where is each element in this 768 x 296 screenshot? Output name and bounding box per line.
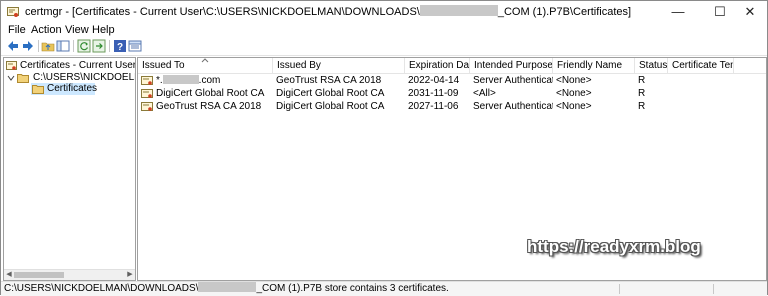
back-arrow-icon[interactable]	[6, 39, 20, 53]
tree-certificates-label: Certificates	[47, 83, 98, 94]
status-bar: C:\USERS\NICKDOELMAN\DOWNLOADS\ _COM (1).…	[1, 281, 767, 296]
cell-status: R	[638, 88, 646, 99]
column-header-issued-by[interactable]: Issued By	[273, 58, 405, 73]
cell-intended-purposes: Server Authenticati...	[473, 75, 553, 86]
status-divider	[619, 284, 620, 294]
sort-ascending-icon	[201, 58, 209, 63]
menu-view[interactable]: View	[65, 23, 89, 37]
column-header-status[interactable]: Status	[635, 58, 668, 73]
cell-expiration-date: 2027-11-06	[408, 101, 459, 112]
status-prefix: C:\USERS\NICKDOELMAN\DOWNLOADS\	[4, 283, 199, 294]
redacted-block	[162, 75, 199, 84]
column-header-intended-purposes[interactable]: Intended Purposes	[470, 58, 553, 73]
cell-intended-purposes: <All>	[473, 88, 496, 99]
properties-pane-icon[interactable]	[128, 39, 142, 53]
title-bar: certmgr - [Certificates - Current User\C…	[1, 1, 767, 23]
column-label: Friendly Name	[557, 60, 623, 71]
column-label: Status	[639, 60, 668, 71]
menu-file[interactable]: File	[8, 23, 26, 37]
issued-to-prefix: *.	[156, 75, 163, 86]
cell-status: R	[638, 101, 646, 112]
column-header-certificate-template[interactable]: Certificate Tem...	[668, 58, 734, 73]
redacted-block	[419, 5, 498, 16]
scroll-left-icon[interactable]: ◀	[4, 270, 14, 280]
svg-text:?: ?	[117, 42, 123, 53]
status-text: C:\USERS\NICKDOELMAN\DOWNLOADS\ _COM (1).…	[4, 282, 449, 295]
certificate-icon	[6, 61, 17, 70]
refresh-icon[interactable]	[77, 39, 91, 53]
cell-issued-to: GeoTrust RSA CA 2018	[156, 101, 262, 112]
cell-intended-purposes: Server Authenticati...	[473, 101, 553, 112]
close-button[interactable]: ✕	[733, 1, 767, 23]
cell-expiration-date: 2022-04-14	[408, 75, 460, 86]
cell-friendly-name: <None>	[556, 75, 592, 86]
tree-item-certificates[interactable]: Certificates	[31, 83, 98, 95]
cell-issued-by: GeoTrust RSA CA 2018	[276, 75, 382, 86]
toolbar: ?	[1, 38, 767, 56]
issued-to-suffix: .com	[198, 75, 221, 86]
window-title-suffix: _COM (1).P7B\Certificates]	[497, 6, 632, 18]
window-title-prefix: certmgr - [Certificates - Current User\C…	[25, 6, 420, 18]
toolbar-separator	[109, 40, 110, 52]
certmgr-window: certmgr - [Certificates - Current User\C…	[0, 0, 768, 296]
scroll-right-icon[interactable]: ▶	[125, 270, 135, 280]
maximize-button[interactable]: ☐	[703, 1, 737, 23]
certmgr-app-icon	[7, 7, 19, 17]
cell-issued-by: DigiCert Global Root CA	[276, 88, 385, 99]
help-icon[interactable]: ?	[113, 39, 127, 53]
column-label: Intended Purposes	[474, 60, 553, 71]
menu-bar: File Action View Help	[1, 23, 767, 37]
cell-issued-to: *. .com	[156, 74, 268, 87]
column-header-friendly-name[interactable]: Friendly Name	[553, 58, 635, 73]
column-label: Issued To	[142, 60, 185, 71]
folder-icon	[17, 74, 29, 83]
column-header-expiration-date[interactable]: Expiration Date	[405, 58, 470, 73]
tree-root-label: Certificates - Current User	[20, 60, 136, 71]
cell-status: R	[638, 75, 646, 86]
cell-issued-by: DigiCert Global Root CA	[276, 101, 385, 112]
status-suffix: _COM (1).P7B store contains 3 certificat…	[256, 283, 449, 294]
forward-arrow-icon[interactable]	[21, 39, 35, 53]
show-hide-console-tree-icon[interactable]	[56, 39, 70, 53]
cell-friendly-name: <None>	[556, 88, 592, 99]
watermark-text: https://readyxrm.blog	[527, 237, 701, 256]
cell-expiration-date: 2031-11-09	[408, 88, 459, 99]
certificate-icon	[141, 76, 153, 85]
cell-friendly-name: <None>	[556, 101, 592, 112]
export-list-icon[interactable]	[92, 39, 106, 53]
redacted-block	[198, 282, 257, 292]
column-header-issued-to[interactable]: Issued To	[138, 58, 273, 73]
cell-issued-to: DigiCert Global Root CA	[156, 88, 265, 99]
horizontal-scrollbar[interactable]: ◀ ▶	[4, 269, 135, 280]
minimize-button[interactable]: —	[661, 1, 695, 23]
up-folder-icon[interactable]	[41, 39, 55, 53]
column-label: Certificate Tem...	[672, 60, 733, 71]
window-title: certmgr - [Certificates - Current User\C…	[25, 5, 631, 19]
toolbar-separator	[73, 40, 74, 52]
chevron-down-icon[interactable]	[7, 74, 15, 82]
certificate-icon	[141, 102, 153, 111]
column-label: Expiration Date	[409, 60, 470, 71]
certificate-icon	[141, 89, 153, 98]
scrollbar-thumb[interactable]	[14, 272, 64, 278]
table-row[interactable]: *. .com GeoTrust RSA CA 2018 2022-04-14 S…	[138, 74, 766, 87]
table-row[interactable]: GeoTrust RSA CA 2018 DigiCert Global Roo…	[138, 100, 766, 113]
menu-action[interactable]: Action	[31, 23, 62, 37]
menu-help[interactable]: Help	[92, 23, 115, 37]
column-label: Issued By	[277, 60, 321, 71]
console-tree-pane: Certificates - Current User C:\USERS\NIC…	[3, 57, 136, 281]
folder-icon	[32, 85, 44, 94]
table-row[interactable]: DigiCert Global Root CA DigiCert Global …	[138, 87, 766, 100]
toolbar-separator	[38, 40, 39, 52]
status-divider	[713, 284, 714, 294]
